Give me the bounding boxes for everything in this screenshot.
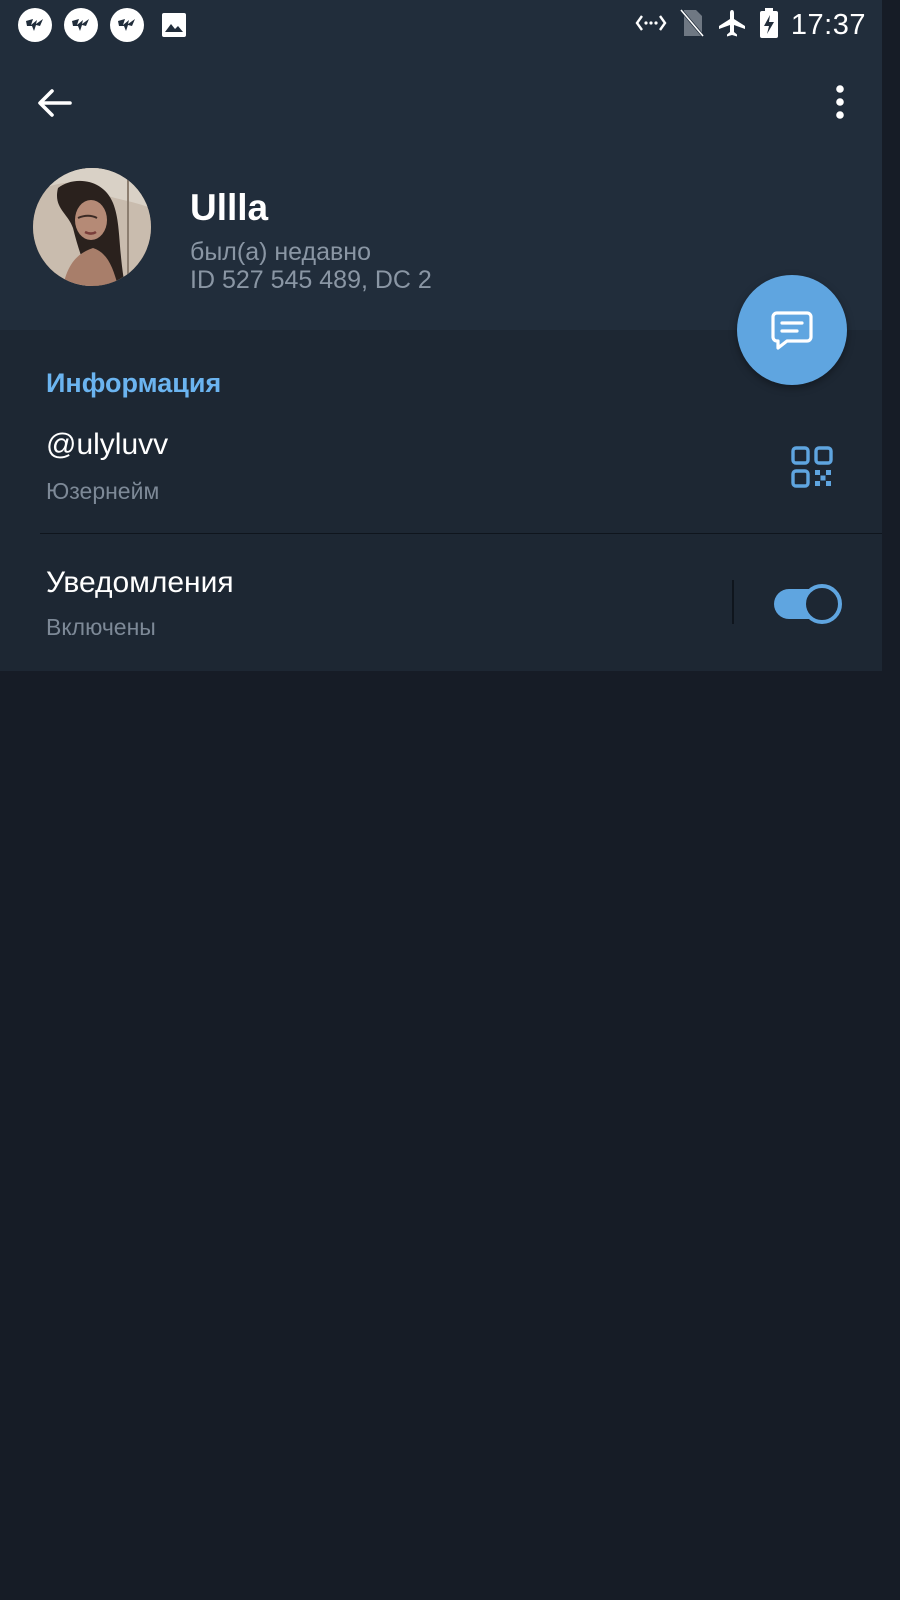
airplane-mode-icon bbox=[717, 8, 747, 43]
section-header-info: Информация bbox=[46, 368, 222, 398]
data-saver-icon bbox=[635, 12, 667, 39]
battery-charging-icon bbox=[759, 7, 779, 44]
more-vertical-icon bbox=[836, 85, 844, 119]
username-caption: Юзернейм bbox=[46, 478, 160, 504]
notifications-toggle[interactable] bbox=[774, 584, 842, 624]
username-value[interactable]: @ulyluvv bbox=[46, 428, 168, 462]
avatar[interactable] bbox=[33, 168, 151, 286]
toggle-knob bbox=[802, 584, 842, 624]
app-notification-icon bbox=[18, 8, 52, 42]
app-notification-icon bbox=[64, 8, 98, 42]
vertical-divider bbox=[732, 580, 734, 624]
status-notifications bbox=[18, 8, 188, 42]
notifications-title[interactable]: Уведомления bbox=[46, 566, 234, 600]
divider bbox=[40, 533, 882, 534]
back-button[interactable] bbox=[30, 82, 78, 124]
more-menu-button[interactable] bbox=[826, 80, 854, 124]
info-section: Информация @ulyluvv Юзернейм Уведомления… bbox=[0, 330, 882, 671]
profile-id: ID 527 545 489, DC 2 bbox=[190, 266, 432, 294]
status-system-icons: 17:37 bbox=[635, 6, 866, 44]
no-sim-icon bbox=[679, 8, 705, 43]
profile-header: Ullla был(а) недавно ID 527 545 489, DC … bbox=[0, 50, 882, 330]
notifications-status: Включены bbox=[46, 614, 156, 640]
message-icon bbox=[771, 311, 813, 350]
status-bar: 17:37 bbox=[0, 0, 882, 50]
profile-name: Ullla bbox=[190, 187, 269, 228]
send-message-button[interactable] bbox=[737, 275, 847, 385]
qr-code-button[interactable] bbox=[790, 445, 834, 489]
last-seen-status: был(а) недавно bbox=[190, 238, 372, 266]
qr-code-icon bbox=[791, 446, 833, 488]
app-notification-icon bbox=[110, 8, 144, 42]
image-icon bbox=[160, 11, 188, 39]
status-time: 17:37 bbox=[790, 8, 866, 41]
arrow-left-icon bbox=[38, 89, 72, 117]
